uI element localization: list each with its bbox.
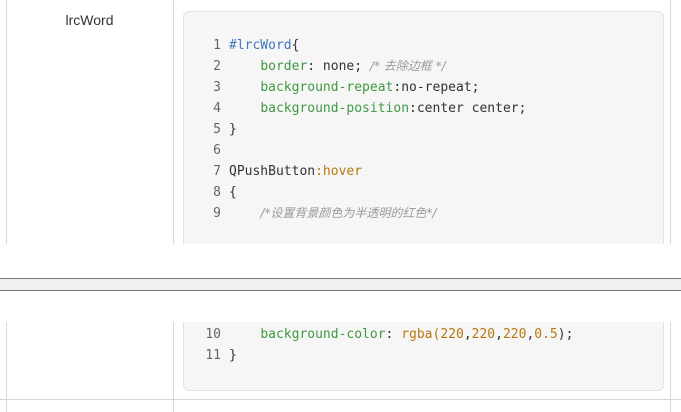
table-border-middle <box>173 0 174 244</box>
line-number: 8 <box>213 185 221 200</box>
table-row-bottom: 10 background-color: rgba(220,220,220,0.… <box>0 322 681 412</box>
code-token: border <box>260 59 308 74</box>
line-number: 3 <box>213 80 221 95</box>
code-token: } <box>229 348 237 363</box>
page-break-separator <box>0 244 681 322</box>
code-token: 0.5 <box>534 327 558 342</box>
line-number: 4 <box>213 101 221 116</box>
code-line: 9 /*设置背景颜色为半透明的红色*/ <box>184 203 663 224</box>
code-line: 2 border: none; /* 去除边框 */ <box>184 56 663 77</box>
code-token: background-position <box>260 101 410 116</box>
table-row-top: lrcWord 1 #lrcWord{2 border: none; /* 去除边… <box>0 0 681 244</box>
code-line: 8{ <box>184 182 663 203</box>
code-token: /*设置背景颜色为半透明的红色*/ <box>260 206 437 220</box>
code-token: :center center; <box>409 101 527 116</box>
page-break-bar <box>0 278 681 291</box>
line-number: 5 <box>213 122 221 137</box>
code-block-continued[interactable]: 10 background-color: rgba(220,220,220,0.… <box>183 322 664 391</box>
code-token: { <box>291 38 300 53</box>
code-token: background-repeat <box>260 80 394 95</box>
code-token: 220 <box>471 327 496 342</box>
line-number: 6 <box>213 143 221 158</box>
code-token: 220 <box>502 327 527 342</box>
code-line: 10 background-color: rgba(220,220,220,0.… <box>184 324 663 345</box>
line-number: 2 <box>213 59 221 74</box>
code-line: 6 <box>184 140 663 161</box>
line-number: 7 <box>213 164 221 179</box>
code-line: 5} <box>184 119 663 140</box>
line-number: 9 <box>213 206 221 221</box>
code-line: 7 QPushButton:hover <box>184 161 663 182</box>
code-token: :no-repeat; <box>393 80 480 95</box>
code-token: : <box>385 327 402 342</box>
line-number: 10 <box>205 327 221 342</box>
code-token: rgba( <box>401 327 441 342</box>
code-line: 3 background-repeat:no-repeat; <box>184 77 663 98</box>
code-token: : none; <box>307 59 370 74</box>
code-token: :hover <box>315 164 363 179</box>
code-line: 1 #lrcWord{ <box>184 35 663 56</box>
code-token: , <box>495 327 503 342</box>
code-line: 4 background-position:center center; <box>184 98 663 119</box>
code-line: 11} <box>184 345 663 366</box>
code-block[interactable]: 1 #lrcWord{2 border: none; /* 去除边框 */3 ba… <box>183 11 664 244</box>
line-number: 1 <box>213 38 221 53</box>
table-border-right <box>670 0 671 244</box>
line-number: 11 <box>205 348 221 363</box>
code-token: } <box>229 122 237 137</box>
code-token: 220 <box>440 327 464 342</box>
code-token: /* 去除边框 */ <box>369 59 446 73</box>
code-token: background-color <box>260 327 386 342</box>
code-token: { <box>229 185 237 200</box>
table-border-left <box>6 0 7 244</box>
table-cell-name: lrcWord <box>65 12 114 28</box>
code-token: QPushButton <box>229 164 316 179</box>
code-token: #lrcWord <box>229 38 292 53</box>
table-border-bottom <box>0 399 681 400</box>
code-token: ); <box>557 327 574 342</box>
code-token: , <box>463 327 472 342</box>
